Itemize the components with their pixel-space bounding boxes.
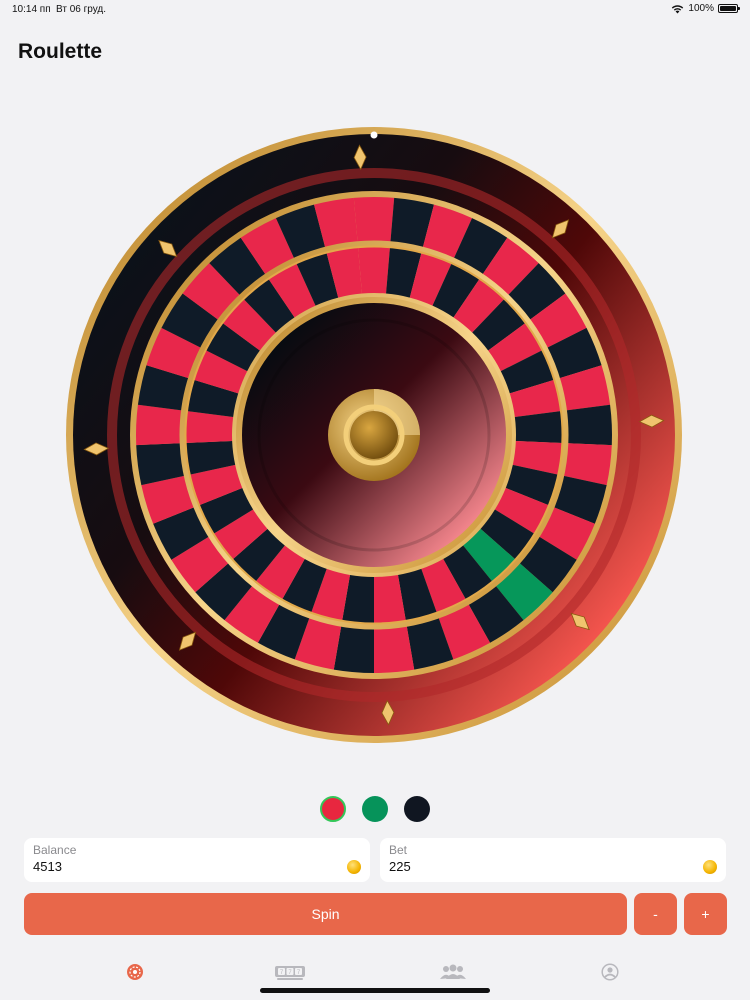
roulette-wheel-graphic (66, 127, 682, 743)
coin-icon (703, 860, 717, 874)
status-bar: 10:14 пп Вт 06 груд. 100% (0, 0, 750, 20)
person-circle-icon (601, 963, 619, 981)
tab-players[interactable] (431, 958, 475, 986)
bet-field[interactable]: Bet 225 (380, 838, 726, 882)
balance-field: Balance 4513 (24, 838, 370, 882)
status-date: Вт 06 груд. (56, 4, 106, 15)
coin-icon (347, 860, 361, 874)
ball-marker (370, 131, 378, 139)
roulette-wheel (64, 125, 684, 745)
status-time: 10:14 пп (12, 4, 51, 15)
home-indicator (260, 988, 490, 993)
tab-roulette[interactable] (113, 958, 157, 986)
status-right: 100% (671, 3, 740, 14)
group-icon (440, 964, 466, 979)
decrease-bet-button[interactable]: - (634, 893, 677, 935)
spin-button[interactable]: Spin (24, 893, 627, 935)
increase-bet-button[interactable]: + (684, 893, 727, 935)
bet-value[interactable]: 225 (389, 859, 717, 874)
battery-icon (718, 4, 740, 13)
bet-label: Bet (389, 843, 408, 857)
color-picker (0, 796, 750, 822)
color-option-black[interactable] (404, 796, 430, 822)
hub (328, 389, 420, 481)
color-option-green[interactable] (362, 796, 388, 822)
color-option-red[interactable] (320, 796, 346, 822)
page-title: Roulette (18, 40, 102, 63)
roulette-icon (127, 964, 143, 980)
tab-slots[interactable]: 7 7 7 (268, 958, 312, 986)
tab-profile[interactable] (588, 958, 632, 986)
wifi-icon (672, 4, 684, 13)
battery-percent: 100% (688, 3, 714, 14)
slot-machine-icon: 7 7 7 (275, 966, 305, 980)
balance-value: 4513 (33, 859, 62, 874)
balance-label: Balance (33, 843, 77, 857)
